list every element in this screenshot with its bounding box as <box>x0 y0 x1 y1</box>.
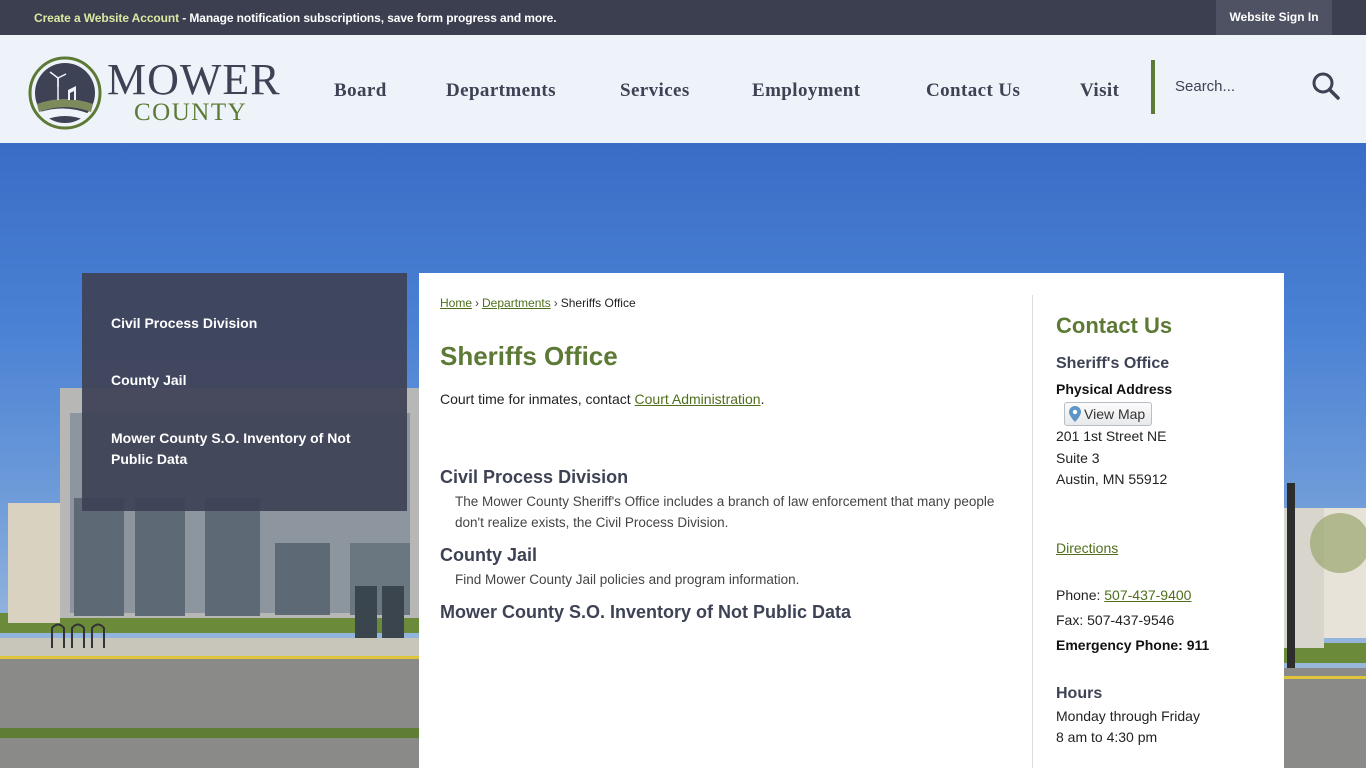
side-navigation: Civil Process Division County Jail Mower… <box>82 273 407 511</box>
directions-link[interactable]: Directions <box>1056 540 1118 556</box>
search-input[interactable]: Search... <box>1175 78 1235 95</box>
address-line-1: 201 1st Street NE <box>1056 428 1167 444</box>
breadcrumb-departments[interactable]: Departments <box>482 296 551 310</box>
phone-label: Phone: <box>1056 587 1105 603</box>
nav-services[interactable]: Services <box>620 80 690 102</box>
nav-divider <box>1151 60 1155 114</box>
nav-visit[interactable]: Visit <box>1080 80 1119 102</box>
section-title-inventory[interactable]: Mower County S.O. Inventory of Not Publi… <box>440 602 851 623</box>
hours-heading: Hours <box>1056 685 1103 702</box>
fax-text: Fax: 507-437-9546 <box>1056 612 1175 628</box>
nav-departments[interactable]: Departments <box>446 80 556 102</box>
search-icon[interactable] <box>1311 71 1341 101</box>
nav-employment[interactable]: Employment <box>752 80 861 102</box>
phone-link[interactable]: 507-437-9400 <box>1104 587 1191 603</box>
sidenav-inventory-not-public-data[interactable]: Mower County S.O. Inventory of Not Publi… <box>111 428 361 470</box>
create-account-link[interactable]: Create a Website Account <box>34 11 179 25</box>
phone-row: Phone: 507-437-9400 <box>1056 587 1191 603</box>
address-line-3: Austin, MN 55912 <box>1056 471 1168 487</box>
contact-org: Sheriff's Office <box>1056 355 1170 372</box>
physical-address-label: Physical Address <box>1056 381 1173 397</box>
contact-heading: Contact Us <box>1056 313 1173 338</box>
breadcrumb-home[interactable]: Home <box>440 296 472 310</box>
intro-text-end: . <box>760 391 765 407</box>
breadcrumb-current: Sheriffs Office <box>560 296 636 310</box>
county-logo[interactable]: MOWER COUNTY <box>28 56 284 130</box>
intro-text-lead: Court time for inmates, contact <box>440 391 635 407</box>
account-message: Create a Website Account - Manage notifi… <box>34 11 557 25</box>
logo-word-county: COUNTY <box>134 99 248 126</box>
address-line-2: Suite 3 <box>1056 450 1100 466</box>
breadcrumb-separator: › <box>475 296 480 310</box>
logo-word-mower: MOWER <box>107 55 281 104</box>
section-desc-county-jail: Find Mower County Jail policies and prog… <box>455 572 800 587</box>
emergency-phone: Emergency Phone: 911 <box>1056 637 1210 653</box>
court-administration-link[interactable]: Court Administration <box>635 391 761 407</box>
county-seal-icon <box>28 56 102 130</box>
sign-in-button[interactable]: Website Sign In <box>1216 0 1332 35</box>
breadcrumb-separator: › <box>553 296 558 310</box>
sidenav-county-jail[interactable]: County Jail <box>111 370 361 391</box>
nav-contact-us[interactable]: Contact Us <box>926 80 1020 102</box>
map-pin-icon <box>1069 406 1081 422</box>
view-map-label: View Map <box>1084 406 1146 422</box>
hours-line-1: Monday through Friday <box>1056 708 1200 724</box>
view-map-button[interactable]: View Map <box>1064 402 1153 426</box>
site-header: MOWER COUNTY Board Departments Services … <box>0 35 1366 143</box>
nav-board[interactable]: Board <box>334 80 387 102</box>
directions-row: Directions <box>1056 540 1118 556</box>
breadcrumb: Home › Departments › Sheriffs Office <box>440 296 636 310</box>
utility-bar: Create a Website Account - Manage notifi… <box>0 0 1366 35</box>
sidenav-civil-process[interactable]: Civil Process Division <box>111 313 361 334</box>
section-desc-civil-process: The Mower County Sheriff's Office includ… <box>455 494 995 530</box>
hours-line-2: 8 am to 4:30 pm <box>1056 729 1158 745</box>
content-divider <box>1032 295 1033 768</box>
main-content: Home › Departments › Sheriffs Office Sheriff… <box>419 273 1284 768</box>
intro-text: Court time for inmates, contact Court Ad… <box>440 391 764 407</box>
section-title-county-jail[interactable]: County Jail <box>440 545 537 566</box>
section-title-civil-process[interactable]: Civil Process Division <box>440 467 628 488</box>
account-message-text: - Manage notification subscriptions, sav… <box>178 11 557 25</box>
page-title: Sheriffs Office <box>440 341 618 371</box>
